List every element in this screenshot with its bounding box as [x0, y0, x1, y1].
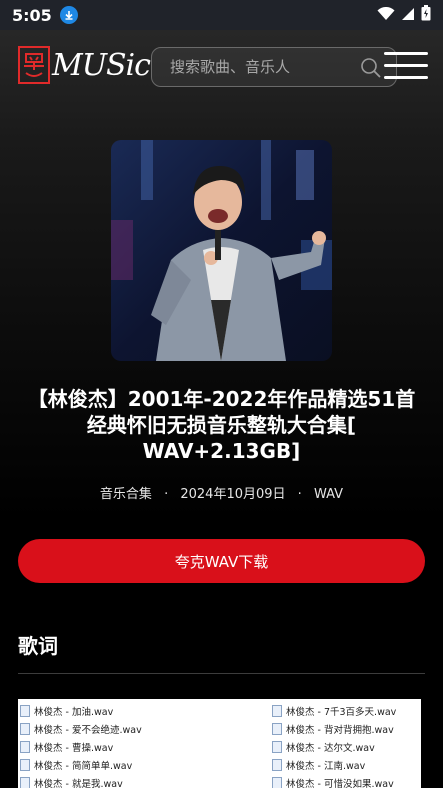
track-filename: 林俊杰 - 简简单单.wav — [34, 761, 133, 772]
lyrics-heading: 歌词 — [18, 634, 58, 658]
list-item: 林俊杰 - 可惜没如果.wav — [272, 774, 421, 788]
track-column-right: 林俊杰 - 7千3百多天.wav 林俊杰 - 背对背拥抱.wav 林俊杰 - 达… — [272, 702, 421, 788]
track-filename: 林俊杰 - 江南.wav — [286, 761, 366, 772]
search-icon[interactable] — [360, 57, 382, 83]
list-item: 林俊杰 - 简简单单.wav — [20, 756, 215, 774]
track-list-image: 林俊杰 - 加油.wav 林俊杰 - 爱不会绝迹.wav 林俊杰 - 曹操.wa… — [18, 699, 421, 788]
search-box[interactable] — [151, 47, 397, 87]
app-header: MUSic — [0, 30, 443, 102]
audio-file-icon — [272, 759, 282, 771]
quark-download-button[interactable]: 夸克WAV下载 — [18, 539, 425, 583]
wifi-icon — [377, 6, 395, 25]
list-item: 林俊杰 - 江南.wav — [272, 756, 421, 774]
album-title-line: 经典怀旧无损音乐整轨大合集[ — [86, 413, 357, 437]
album-title: 【林俊杰】2001年-2022年作品精选51首 经典怀旧无损音乐整轨大合集[ W… — [16, 386, 427, 464]
track-filename: 林俊杰 - 加油.wav — [34, 707, 114, 718]
list-item: 林俊杰 - 7千3百多天.wav — [272, 702, 421, 720]
audio-file-icon — [20, 723, 30, 735]
audio-file-icon — [272, 777, 282, 788]
audio-file-icon — [272, 741, 282, 753]
logo-emblem — [18, 46, 50, 84]
audio-file-icon — [20, 705, 30, 717]
status-bar: 5:05 — [0, 0, 443, 30]
meta-separator: · — [297, 487, 302, 502]
audio-file-icon — [272, 705, 282, 717]
track-filename: 林俊杰 - 背对背拥抱.wav — [286, 725, 394, 736]
track-filename: 林俊杰 - 曹操.wav — [34, 743, 114, 754]
list-item: 林俊杰 - 背对背拥抱.wav — [272, 720, 421, 738]
track-filename: 林俊杰 - 爱不会绝迹.wav — [34, 725, 142, 736]
audio-file-icon — [272, 723, 282, 735]
meta-separator: · — [164, 487, 169, 502]
track-filename: 林俊杰 - 达尔文.wav — [286, 743, 375, 754]
audio-file-icon — [20, 759, 30, 771]
album-title-line: 【林俊杰】2001年-2022年作品精选51首 — [27, 387, 416, 411]
album-meta: 音乐合集 · 2024年10月09日 · WAV — [0, 483, 443, 502]
album-format: WAV — [313, 487, 344, 502]
section-divider — [18, 673, 425, 674]
list-item: 林俊杰 - 就是我.wav — [20, 774, 215, 788]
album-cover — [111, 140, 332, 361]
signal-icon — [401, 6, 415, 25]
track-filename: 林俊杰 - 7千3百多天.wav — [286, 707, 397, 718]
logo-wordmark: MUSic — [52, 47, 151, 83]
search-input[interactable] — [170, 58, 350, 76]
audio-file-icon — [20, 741, 30, 753]
hamburger-menu-icon[interactable] — [384, 52, 428, 82]
track-filename: 林俊杰 - 就是我.wav — [34, 779, 123, 788]
list-item: 林俊杰 - 加油.wav — [20, 702, 215, 720]
download-notification-icon — [59, 6, 78, 24]
battery-icon — [421, 5, 431, 25]
list-item: 林俊杰 - 达尔文.wav — [272, 738, 421, 756]
album-title-line: WAV+2.13GB] — [142, 439, 301, 463]
track-filename: 林俊杰 - 可惜没如果.wav — [286, 779, 394, 788]
site-logo[interactable]: MUSic — [18, 46, 151, 84]
album-category[interactable]: 音乐合集 — [100, 487, 152, 502]
list-item: 林俊杰 - 曹操.wav — [20, 738, 215, 756]
list-item: 林俊杰 - 爱不会绝迹.wav — [20, 720, 215, 738]
track-column-left: 林俊杰 - 加油.wav 林俊杰 - 爱不会绝迹.wav 林俊杰 - 曹操.wa… — [20, 702, 215, 788]
audio-file-icon — [20, 777, 30, 788]
album-date: 2024年10月09日 — [180, 487, 286, 502]
status-time: 5:05 — [12, 5, 52, 25]
